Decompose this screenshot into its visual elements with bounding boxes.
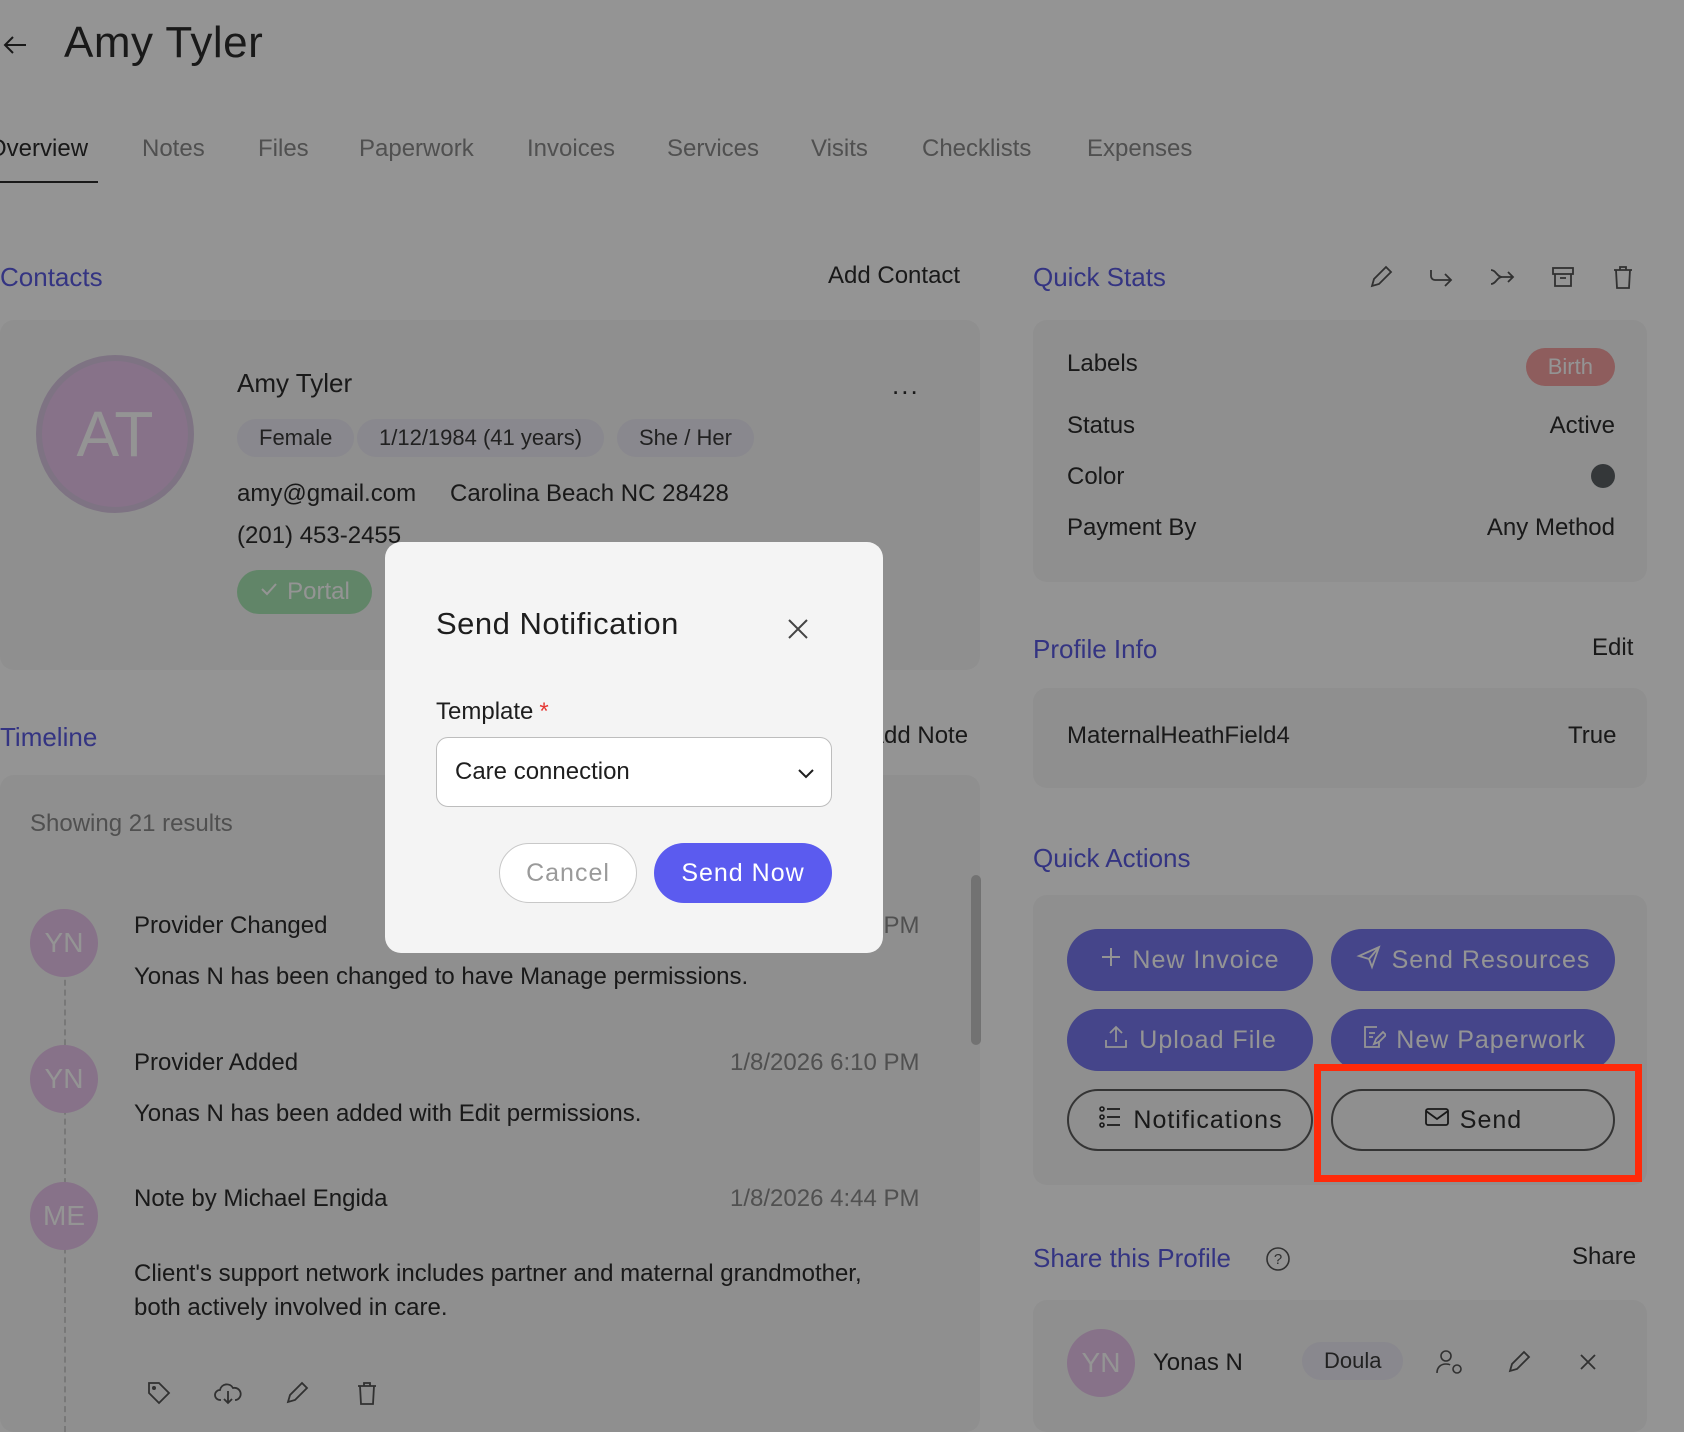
required-asterisk: * [539, 698, 549, 725]
template-label: Template * [436, 698, 549, 725]
send-notification-modal: Send Notification Template * Care connect… [385, 542, 883, 953]
template-select[interactable]: Care connection [436, 737, 832, 807]
modal-title: Send Notification [436, 606, 679, 641]
template-select-value: Care connection [455, 758, 630, 785]
send-button-highlight [1314, 1064, 1642, 1182]
cancel-button[interactable]: Cancel [499, 843, 637, 903]
send-now-button[interactable]: Send Now [654, 843, 832, 903]
close-icon[interactable] [783, 614, 813, 644]
chevron-down-icon [795, 762, 817, 784]
